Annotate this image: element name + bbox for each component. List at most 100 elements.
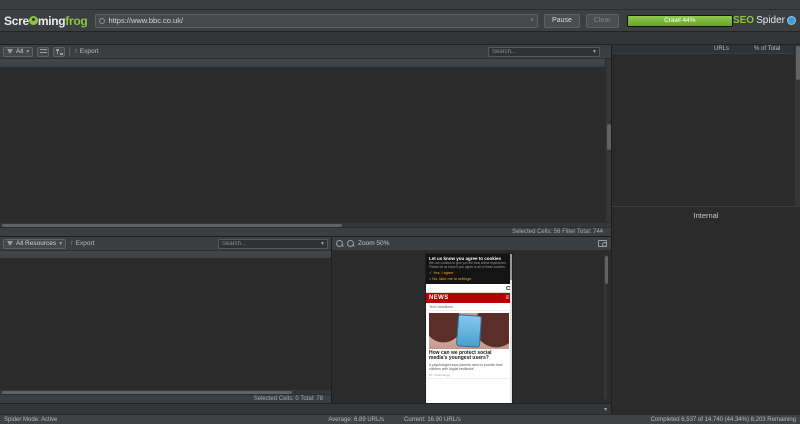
crawl-table-header — [0, 59, 611, 68]
donut-hole — [669, 259, 764, 355]
tree-view-button[interactable] — [53, 46, 66, 57]
overview-scrollbar[interactable] — [794, 45, 800, 206]
spider-icon — [787, 16, 796, 25]
chevron-down-icon: ▾ — [26, 49, 30, 55]
article-image — [429, 312, 509, 349]
pause-button[interactable]: Pause — [544, 13, 580, 28]
list-view-icon — [39, 48, 47, 55]
chart-title: Internal — [693, 211, 719, 220]
resources-filter-row: All Resources ▾ ↑Export ▾ — [0, 237, 331, 251]
filter-icon — [7, 241, 13, 246]
chart-area: Internal — [612, 206, 800, 414]
crawl-filter-dropdown[interactable]: All ▾ — [3, 46, 34, 57]
current-speed: Current: 16.90 URL/s — [404, 417, 461, 423]
overview-panel: URLs % of Total Internal — [612, 45, 800, 414]
logo-text: Scre — [4, 13, 29, 28]
crawl-vertical-scrollbar[interactable] — [605, 59, 611, 222]
rendered-page: Let us know you agree to cookies We use … — [426, 254, 512, 403]
zoom-in-icon[interactable] — [336, 239, 344, 248]
chevron-down-icon: ▾ — [59, 241, 63, 247]
screaming-frog-window: Scre mingfrog × Pause Clear Crawl 44% SEO… — [0, 0, 800, 424]
resources-export-button[interactable]: ↑ Export — [70, 239, 95, 248]
scrollbar-thumb[interactable] — [605, 256, 608, 284]
crawl-progress-bar: Crawl 44% — [626, 14, 733, 27]
scrollbar-thumb[interactable] — [796, 46, 800, 80]
news-title: NEWS — [429, 294, 449, 301]
crawl-horizontal-scrollbar[interactable] — [0, 222, 611, 227]
chevron-down-icon: ▾ — [320, 241, 324, 247]
tree-view-icon — [55, 48, 63, 55]
app-logo: Scre ming frog — [4, 13, 88, 28]
zoom-out-icon[interactable] — [347, 239, 355, 248]
left-pane: All ▾ ↑Export ▾ Selected Cells: 56 Filte… — [0, 45, 612, 414]
logo-text: frog — [65, 13, 88, 28]
rendered-page-panel: Zoom 50% Let us know you agree to cookie… — [332, 237, 611, 403]
breadcrumb: Tech headlines — [426, 303, 512, 311]
crawl-selection-status: Selected Cells: 56 Filter Total: 744 — [0, 227, 611, 236]
cookie-banner: Let us know you agree to cookies We use … — [426, 254, 512, 284]
agree-text: Yes, I agree — [433, 270, 454, 275]
menu-bar — [0, 0, 800, 10]
brand-seo: SEO — [732, 15, 755, 26]
preview-scrollbar[interactable] — [603, 254, 608, 400]
crawl-filter-row: All ▾ ↑Export ▾ — [0, 45, 611, 59]
seo-spider-brand: SEO Spider — [733, 15, 796, 26]
news-masthead: NEWS ≡ — [426, 292, 512, 303]
article-standfirst: A psychologist says parents need to prov… — [429, 363, 503, 372]
status-bar: Spider Mode: Active Average: 6.89 URL/s … — [0, 414, 800, 424]
spider-mode-status: Spider Mode: Active — [4, 417, 58, 423]
clear-button[interactable]: Clear — [585, 13, 619, 28]
tabs-overflow-icon[interactable]: ▾ — [604, 406, 609, 413]
resources-filter-dropdown[interactable]: All Resources ▾ — [3, 238, 67, 249]
chevron-down-icon: ▾ — [592, 49, 596, 55]
resources-selection-status: Selected Cells: 0 Total: 78 — [0, 394, 331, 403]
list-view-button[interactable] — [37, 46, 50, 57]
url-clear-icon[interactable]: × — [530, 17, 534, 24]
column-urls: URLs — [714, 46, 730, 52]
crawl-table — [0, 59, 611, 222]
bbc-header — [426, 284, 512, 293]
progress-label: Crawl 44% — [664, 17, 696, 24]
phone-graphic — [455, 313, 483, 348]
scrollbar-thumb[interactable] — [607, 124, 611, 151]
export-label: Export — [79, 48, 99, 55]
frog-eye-icon — [28, 16, 38, 25]
content-area: All ▾ ↑Export ▾ Selected Cells: 56 Filte… — [0, 45, 800, 414]
zoom-level-label: Zoom 50% — [358, 240, 390, 247]
scrollbar-thumb[interactable] — [2, 224, 342, 227]
settings-text: No, take me to settings — [432, 276, 472, 281]
export-icon: ↑ — [70, 239, 74, 247]
url-input[interactable] — [108, 16, 530, 25]
internal-donut-chart — [632, 223, 800, 391]
toolbar: Scre mingfrog × Pause Clear Crawl 44% SEO… — [0, 10, 800, 32]
resources-panel: All Resources ▾ ↑Export ▾ Selected Cells… — [0, 237, 332, 403]
article-headline: How can we protect social media's younge… — [429, 349, 492, 362]
export-label: Export — [75, 240, 95, 247]
resources-table-header — [0, 251, 331, 259]
scrollbar-thumb[interactable] — [2, 391, 292, 394]
brand-spider: Spider — [756, 15, 785, 26]
preview-area: Let us know you agree to cookies We use … — [332, 251, 611, 403]
cookie-agree-link: ✓ Yes, I agree — [429, 271, 509, 276]
crawl-search-input[interactable] — [492, 48, 593, 55]
check-icon: ✓ — [429, 270, 433, 275]
crawl-search-box: ▾ — [488, 46, 600, 57]
crawl-table-body — [0, 68, 611, 222]
divider — [69, 47, 71, 56]
globe-icon — [99, 17, 106, 24]
article-meta: 1h | Technology — [426, 372, 512, 379]
overview-column-header: URLs % of Total — [612, 45, 800, 54]
resources-horizontal-scrollbar[interactable] — [0, 389, 331, 394]
hamburger-icon: ≡ — [505, 294, 509, 301]
page-scrollbar — [510, 254, 512, 403]
main-tab-bar — [0, 32, 800, 45]
overview-list — [612, 54, 800, 206]
completion-status: Completed 6,537 of 14,740 (44.34%) 8,203… — [650, 417, 796, 423]
screenshot-icon[interactable] — [598, 240, 607, 247]
export-icon: ↑ — [74, 47, 78, 55]
resources-search-input[interactable] — [222, 240, 321, 247]
detail-tab-bar: ▾ — [0, 403, 611, 414]
export-button[interactable]: ↑ Export — [74, 47, 99, 56]
logo-text: ming — [37, 13, 66, 28]
average-speed: Average: 6.89 URL/s — [328, 417, 384, 423]
